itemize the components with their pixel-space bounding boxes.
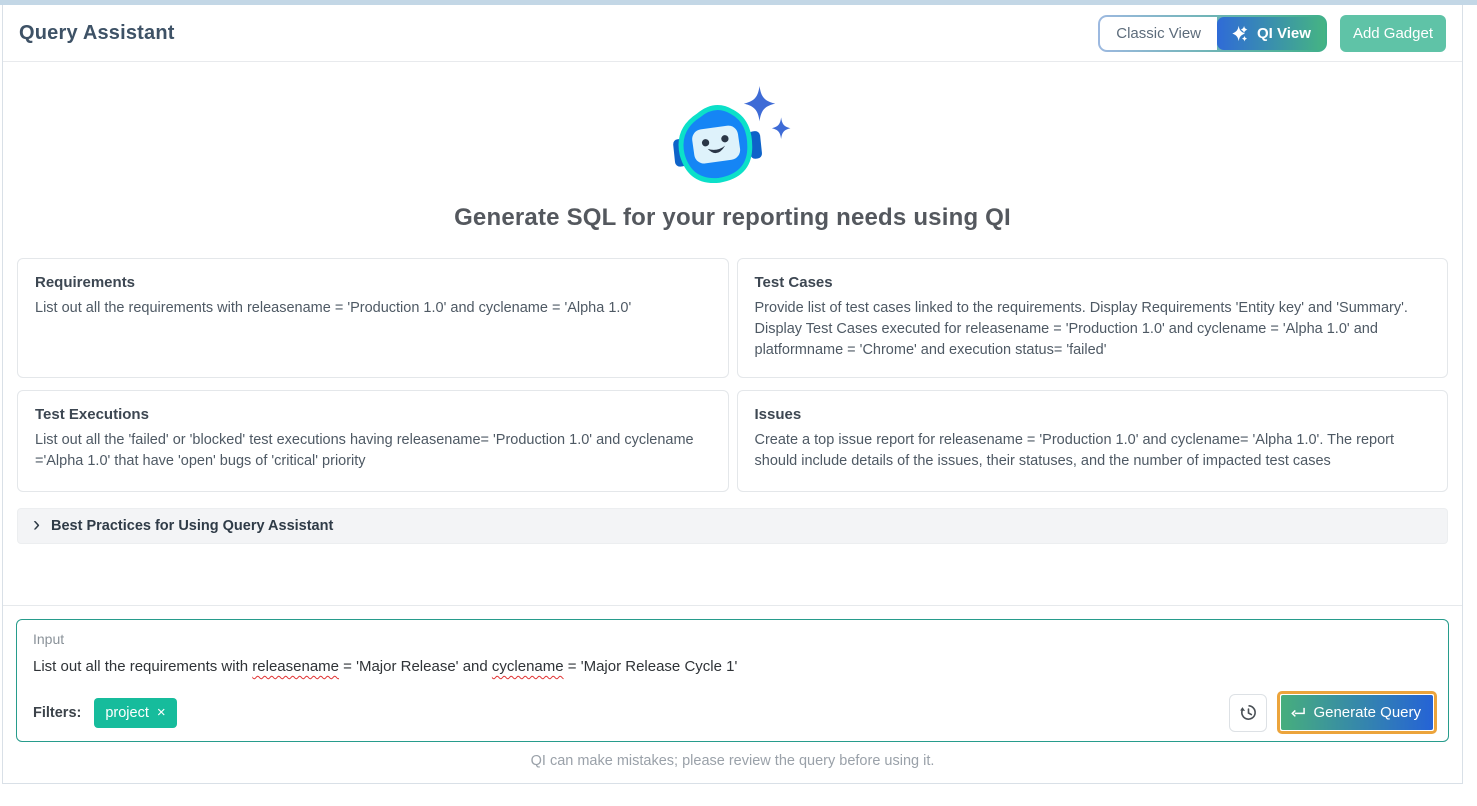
filter-chip-project[interactable]: project × <box>94 697 177 728</box>
classic-view-label: Classic View <box>1116 24 1202 42</box>
card-title: Test Executions <box>35 406 149 423</box>
example-card-test-cases[interactable]: Test Cases Provide list of test cases li… <box>736 258 1448 378</box>
close-icon[interactable]: × <box>157 705 166 720</box>
card-title: Requirements <box>35 274 136 291</box>
query-text: = 'Major Release' and <box>339 658 492 675</box>
example-card-issues[interactable]: Issues Create a top issue report for rel… <box>736 390 1448 492</box>
generate-query-button[interactable]: Generate Query <box>1281 695 1433 730</box>
history-button[interactable] <box>1229 693 1268 732</box>
generate-query-highlight: Generate Query <box>1277 691 1437 734</box>
add-gadget-button[interactable]: Add Gadget <box>1339 14 1446 52</box>
filters-label: Filters: <box>33 704 82 721</box>
chevron-right-icon: › <box>33 513 40 536</box>
query-term-releasename: releasename <box>252 658 339 675</box>
input-label: Input <box>33 631 65 647</box>
card-body: List out all the requirements with relea… <box>35 300 632 316</box>
input-actions: Generate Query <box>1229 691 1437 734</box>
example-cards: Requirements List out all the requiremen… <box>17 258 1448 492</box>
qi-robot-icon <box>672 85 790 184</box>
sparkles-icon <box>1231 24 1249 42</box>
header-actions: Classic View QI View Add Gadget <box>1098 14 1446 52</box>
history-icon <box>1239 703 1258 722</box>
enter-icon <box>1291 706 1306 719</box>
view-toggle: Classic View QI View <box>1098 14 1327 52</box>
query-text: = 'Major Release Cycle 1' <box>563 658 738 675</box>
query-term-cyclename: cyclename <box>491 658 564 675</box>
classic-view-button[interactable]: Classic View <box>1100 16 1218 50</box>
card-title: Test Cases <box>754 274 833 291</box>
card-title: Issues <box>754 406 802 423</box>
input-panel: Input List out all the requirements with… <box>3 605 1462 783</box>
example-card-requirements[interactable]: Requirements List out all the requiremen… <box>17 258 729 378</box>
generate-query-label: Generate Query <box>1313 704 1421 721</box>
best-practices-accordion[interactable]: › Best Practices for Using Query Assista… <box>17 508 1448 544</box>
ai-disclaimer: QI can make mistakes; please review the … <box>530 753 935 769</box>
qi-view-label: QI View <box>1257 24 1311 42</box>
query-text: List out all the requirements with <box>33 658 253 675</box>
card-body: Create a top issue report for releasenam… <box>754 432 1395 470</box>
query-text-input[interactable]: List out all the requirements with relea… <box>33 658 1432 675</box>
card-body: List out all the 'failed' or 'blocked' t… <box>35 432 694 470</box>
card-body: Provide list of test cases linked to the… <box>754 300 1408 359</box>
page-title: Query Assistant <box>19 21 175 44</box>
hero-heading: Generate SQL for your reporting needs us… <box>454 204 1011 231</box>
input-bottom-row: Filters: project × Generate Query <box>33 691 1437 734</box>
query-input-box: Input List out all the requirements with… <box>16 619 1449 742</box>
qi-view-button[interactable]: QI View <box>1217 16 1325 50</box>
add-gadget-label: Add Gadget <box>1352 24 1433 42</box>
best-practices-label: Best Practices for Using Query Assistant <box>51 518 334 534</box>
query-assistant-panel: Query Assistant Classic View QI View Add… <box>2 5 1463 784</box>
example-card-test-executions[interactable]: Test Executions List out all the 'failed… <box>17 390 729 492</box>
filter-chip-label: project <box>105 704 149 721</box>
header: Query Assistant Classic View QI View Add… <box>3 5 1462 62</box>
